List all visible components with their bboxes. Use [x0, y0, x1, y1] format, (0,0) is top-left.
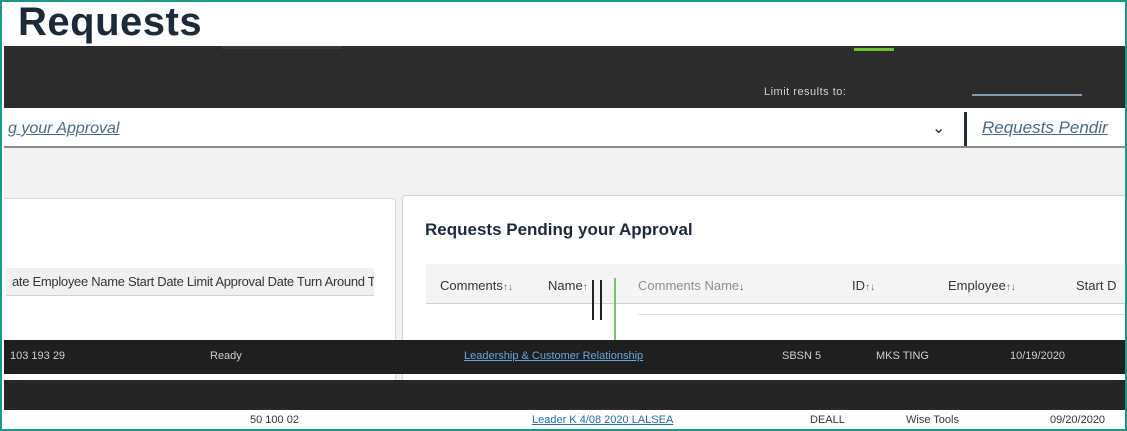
table-row[interactable]: 50 100 02 Leader K 4/08 2020 LALSEA DEAL…: [4, 410, 1125, 429]
column-label: Comments: [440, 278, 503, 293]
right-table-header: Comments↑↓ Name↑ Comments Name↓ ID↑↓ Emp…: [426, 264, 1125, 304]
column-header-comments[interactable]: Comments↑↓: [440, 278, 513, 293]
column-label: Name: [548, 278, 583, 293]
column-header-comments-name[interactable]: Comments Name↓: [638, 278, 744, 293]
sort-icon: ↑: [582, 282, 588, 293]
column-label: Employee: [948, 278, 1006, 293]
row-divider: [638, 314, 1125, 315]
column-header-name[interactable]: Name↑: [548, 278, 588, 293]
sort-icon: ↑↓: [865, 282, 875, 293]
column-divider: [614, 278, 616, 340]
left-table-header[interactable]: ate Employee Name Start Date Limit Appro…: [6, 268, 374, 296]
app-window: Requests Limit results to: g your Approv…: [0, 0, 1127, 431]
toolbar-accent: [222, 46, 342, 49]
column-label: Start D: [1076, 278, 1117, 293]
card-title: Requests Pending your Approval: [425, 220, 693, 239]
row-code: SBSN 5: [782, 350, 822, 362]
table-row-separator: [4, 380, 1125, 410]
column-header-start-date[interactable]: Start D: [1076, 278, 1116, 293]
filter-toolbar: [4, 46, 1125, 108]
chevron-down-icon[interactable]: ⌄: [932, 118, 945, 138]
view-select[interactable]: g your Approval: [8, 120, 119, 138]
column-resize-handle[interactable]: [592, 280, 602, 320]
row-code: DEALL: [810, 414, 845, 426]
row-status: Ready: [210, 350, 242, 362]
column-label: Comments Name: [638, 278, 740, 293]
page-title: Requests: [18, 0, 203, 44]
row-id: 103 193 29: [10, 350, 66, 362]
row-date: 10/19/2020: [1010, 350, 1066, 362]
row-date: 09/20/2020: [1050, 414, 1106, 426]
row-link[interactable]: Leadership & Customer Relationship: [464, 350, 643, 362]
row-id: 50 100 02: [250, 414, 299, 426]
view-select-secondary[interactable]: Requests Pendir: [982, 118, 1108, 138]
row-link[interactable]: Leader K 4/08 2020 LALSEA: [532, 414, 673, 426]
limit-results-dropdown[interactable]: [972, 94, 1082, 96]
sort-icon: ↓: [739, 282, 745, 293]
sort-icon: ↑↓: [1005, 282, 1016, 293]
column-header-employee[interactable]: Employee↑↓: [948, 278, 1016, 293]
view-select-row: g your Approval ⌄ Requests Pendir: [4, 108, 1125, 148]
column-header-id[interactable]: ID↑↓: [852, 278, 875, 293]
toolbar-accent: [854, 48, 894, 51]
row-employee: Wise Tools: [906, 414, 959, 426]
sort-icon: ↑↓: [502, 282, 513, 293]
select-divider: [964, 112, 967, 146]
table-row[interactable]: 103 193 29 Ready Leadership & Customer R…: [4, 340, 1125, 374]
limit-results-label: Limit results to:: [764, 86, 847, 98]
row-employee: MKS TING: [876, 350, 929, 362]
column-label: ID: [852, 278, 865, 293]
